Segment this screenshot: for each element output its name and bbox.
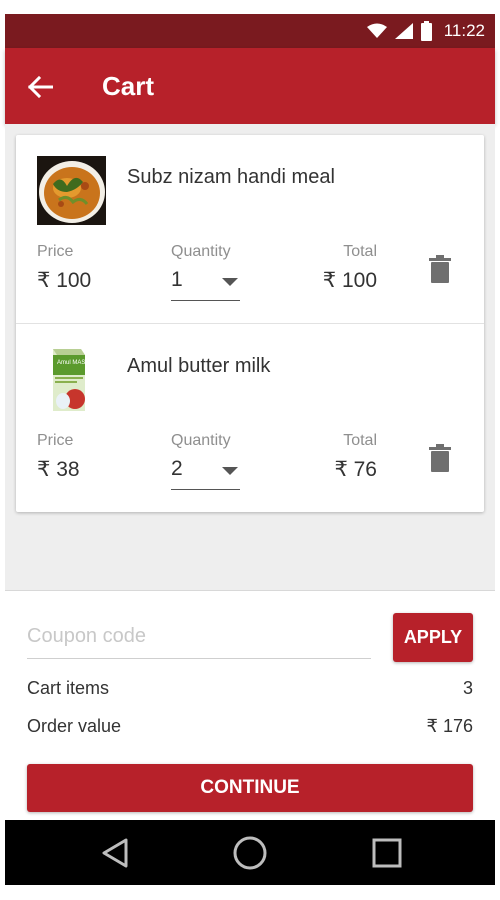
cart-content: Subz nizam handi meal Price ₹ 100 Quanti…: [5, 124, 495, 590]
nav-recents-button[interactable]: [367, 833, 407, 873]
total-label: Total: [343, 243, 377, 260]
delete-icon[interactable]: [428, 444, 452, 472]
chevron-down-icon: [222, 278, 238, 286]
total-value: ₹ 100: [322, 269, 377, 292]
cart-items-row: Cart items 3: [27, 678, 473, 704]
curry-bowl-image: [37, 156, 106, 225]
order-value-label: Order value: [27, 716, 122, 736]
item-name: Subz nizam handi meal: [127, 166, 335, 188]
quantity-select[interactable]: 1: [171, 265, 240, 301]
quantity-label: Quantity: [171, 243, 231, 260]
total-value: ₹ 76: [334, 458, 377, 481]
app-bar: Cart: [5, 48, 495, 124]
delete-icon[interactable]: [428, 255, 452, 283]
chevron-down-icon: [222, 467, 238, 475]
coupon-code-input[interactable]: [27, 615, 371, 659]
navigation-bar: [5, 820, 495, 885]
price-value: ₹ 100: [37, 269, 92, 292]
cart-card: Subz nizam handi meal Price ₹ 100 Quanti…: [16, 135, 484, 512]
home-circle-icon: [233, 836, 267, 870]
total-label: Total: [343, 432, 377, 449]
cart-items-label: Cart items: [27, 678, 110, 698]
wifi-icon: [366, 23, 387, 38]
back-button[interactable]: [23, 70, 57, 104]
continue-button[interactable]: CONTINUE: [27, 764, 473, 812]
packaging-brand-text: Amul MASTI: [57, 360, 91, 366]
recents-square-icon: [372, 838, 402, 868]
status-bar: 11:22: [5, 14, 495, 48]
page-title: Cart: [102, 71, 155, 101]
price-label: Price: [37, 432, 74, 449]
cart-item: Subz nizam handi meal Price ₹ 100 Quanti…: [16, 135, 484, 323]
back-triangle-icon: [102, 838, 128, 868]
nav-home-button[interactable]: [230, 833, 270, 873]
cart-item: Amul MASTI Amul butter milk Price ₹ 38 Q…: [16, 323, 484, 512]
price-label: Price: [37, 243, 74, 260]
item-name: Amul butter milk: [127, 355, 271, 377]
quantity-value: 2: [171, 457, 183, 480]
quantity-select[interactable]: 2: [171, 454, 240, 490]
nav-back-button[interactable]: [95, 833, 135, 873]
checkout-panel: APPLY Cart items 3 Order value ₹ 176 CON…: [5, 590, 495, 820]
battery-icon: [420, 21, 432, 41]
buttermilk-pack-image: Amul MASTI: [37, 345, 106, 414]
order-value-row: Order value ₹ 176: [27, 716, 473, 742]
quantity-label: Quantity: [171, 432, 231, 449]
order-value: ₹ 176: [426, 716, 474, 736]
signal-icon: [394, 23, 413, 39]
cart-items-value: 3: [462, 678, 473, 698]
quantity-value: 1: [171, 268, 183, 291]
arrow-back-icon: [27, 76, 53, 98]
apply-button[interactable]: APPLY: [393, 613, 473, 662]
price-value: ₹ 38: [37, 458, 80, 481]
status-time: 11:22: [443, 21, 485, 40]
